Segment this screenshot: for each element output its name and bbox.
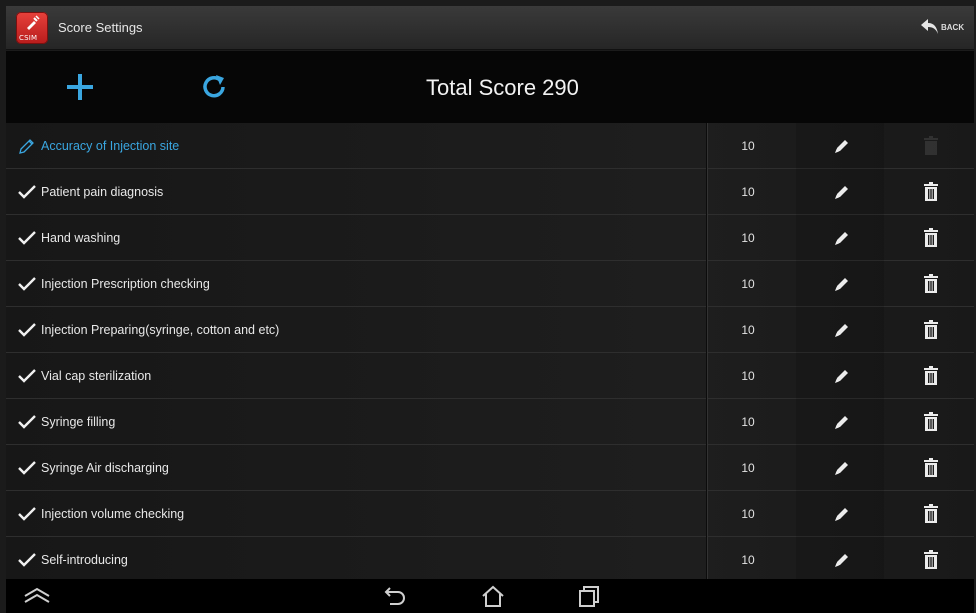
recent-apps-icon[interactable] — [574, 584, 604, 608]
item-score: 10 — [741, 231, 755, 245]
back-label: BACK — [941, 23, 965, 32]
toolbar: Total Score 290 — [6, 51, 974, 123]
delete-icon[interactable] — [922, 412, 940, 432]
item-label: Syringe filling — [41, 415, 116, 429]
list-item[interactable]: Syringe filling 10 — [6, 399, 974, 445]
delete-icon[interactable] — [922, 458, 940, 478]
item-label: Patient pain diagnosis — [41, 185, 164, 199]
refresh-icon — [203, 75, 225, 98]
delete-icon[interactable] — [922, 182, 940, 202]
list-item[interactable]: Accuracy of Injection site 10 — [6, 123, 974, 169]
column-divider — [706, 307, 708, 353]
column-divider — [706, 169, 708, 215]
score-item-list: Accuracy of Injection site 10 Patient pa… — [6, 123, 974, 579]
edit-icon[interactable] — [832, 320, 852, 340]
item-label: Injection Prescription checking — [41, 277, 210, 291]
add-button[interactable] — [62, 69, 98, 105]
delete-icon[interactable] — [922, 228, 940, 248]
item-score: 10 — [741, 415, 755, 429]
syringe-icon — [27, 15, 40, 30]
back-button[interactable]: BACK — [920, 14, 968, 42]
back-arrow-icon — [921, 19, 938, 34]
check-icon[interactable] — [18, 183, 36, 201]
edit-icon[interactable] — [832, 550, 852, 570]
screen: CSIM Score Settings BACK Total Score 290 — [0, 0, 976, 613]
list-item[interactable]: Patient pain diagnosis 10 — [6, 169, 974, 215]
edit-icon[interactable] — [832, 412, 852, 432]
item-score: 10 — [741, 369, 755, 383]
edit-icon[interactable] — [832, 504, 852, 524]
menu-chevron-icon[interactable] — [22, 584, 52, 608]
column-divider — [706, 215, 708, 261]
check-icon[interactable] — [18, 551, 36, 569]
column-divider — [706, 261, 708, 307]
list-item[interactable]: Syringe Air discharging 10 — [6, 445, 974, 491]
app-icon-label: CSIM — [19, 34, 38, 42]
item-score: 10 — [741, 507, 755, 521]
edit-icon[interactable] — [832, 136, 852, 156]
plus-icon — [67, 74, 93, 100]
list-item[interactable]: Injection Prescription checking 10 — [6, 261, 974, 307]
check-icon[interactable] — [18, 229, 36, 247]
item-label: Vial cap sterilization — [41, 369, 152, 383]
check-icon[interactable] — [18, 459, 36, 477]
delete-icon[interactable] — [922, 504, 940, 524]
total-score: Total Score 290 — [426, 75, 579, 100]
back-arrow-icon[interactable] — [380, 584, 410, 608]
page-title: Score Settings — [58, 20, 143, 35]
item-label: Injection volume checking — [41, 507, 185, 521]
delete-icon[interactable] — [922, 366, 940, 386]
delete-icon[interactable] — [922, 136, 940, 156]
check-icon[interactable] — [18, 321, 36, 339]
column-divider — [706, 399, 708, 445]
action-bar: CSIM Score Settings BACK — [6, 6, 974, 50]
system-nav-bar — [6, 579, 974, 613]
item-label: Injection Preparing(syringe, cotton and … — [41, 323, 280, 337]
list-item[interactable]: Hand washing 10 — [6, 215, 974, 261]
column-divider — [706, 537, 708, 579]
item-score: 10 — [741, 277, 755, 291]
column-divider — [706, 491, 708, 537]
item-score: 10 — [741, 323, 755, 337]
check-icon[interactable] — [18, 413, 36, 431]
item-label: Syringe Air discharging — [41, 461, 169, 475]
edit-icon[interactable] — [832, 228, 852, 248]
check-icon[interactable] — [18, 275, 36, 293]
app-icon[interactable]: CSIM — [16, 12, 48, 44]
check-icon[interactable] — [18, 505, 36, 523]
item-label: Self-introducing — [41, 553, 128, 567]
check-icon[interactable] — [18, 367, 36, 385]
list-item[interactable]: Self-introducing 10 — [6, 537, 974, 579]
item-label: Hand washing — [41, 231, 121, 245]
list-item[interactable]: Injection volume checking 10 — [6, 491, 974, 537]
delete-icon[interactable] — [922, 274, 940, 294]
edit-icon[interactable] — [832, 274, 852, 294]
list-item[interactable]: Injection Preparing(syringe, cotton and … — [6, 307, 974, 353]
item-label: Accuracy of Injection site — [41, 139, 180, 153]
item-score: 10 — [741, 553, 755, 567]
edit-icon[interactable] — [832, 366, 852, 386]
item-score: 10 — [741, 185, 755, 199]
list-item[interactable]: Vial cap sterilization 10 — [6, 353, 974, 399]
delete-icon[interactable] — [922, 550, 940, 570]
column-divider — [706, 445, 708, 491]
refresh-button[interactable] — [196, 69, 232, 105]
column-divider — [706, 123, 708, 169]
home-icon[interactable] — [478, 584, 508, 608]
column-divider — [706, 353, 708, 399]
edit-icon[interactable] — [832, 458, 852, 478]
edit-icon[interactable] — [832, 182, 852, 202]
pencil-outline-icon — [19, 139, 34, 154]
delete-icon[interactable] — [922, 320, 940, 340]
item-score: 10 — [741, 461, 755, 475]
item-score: 10 — [741, 139, 755, 153]
